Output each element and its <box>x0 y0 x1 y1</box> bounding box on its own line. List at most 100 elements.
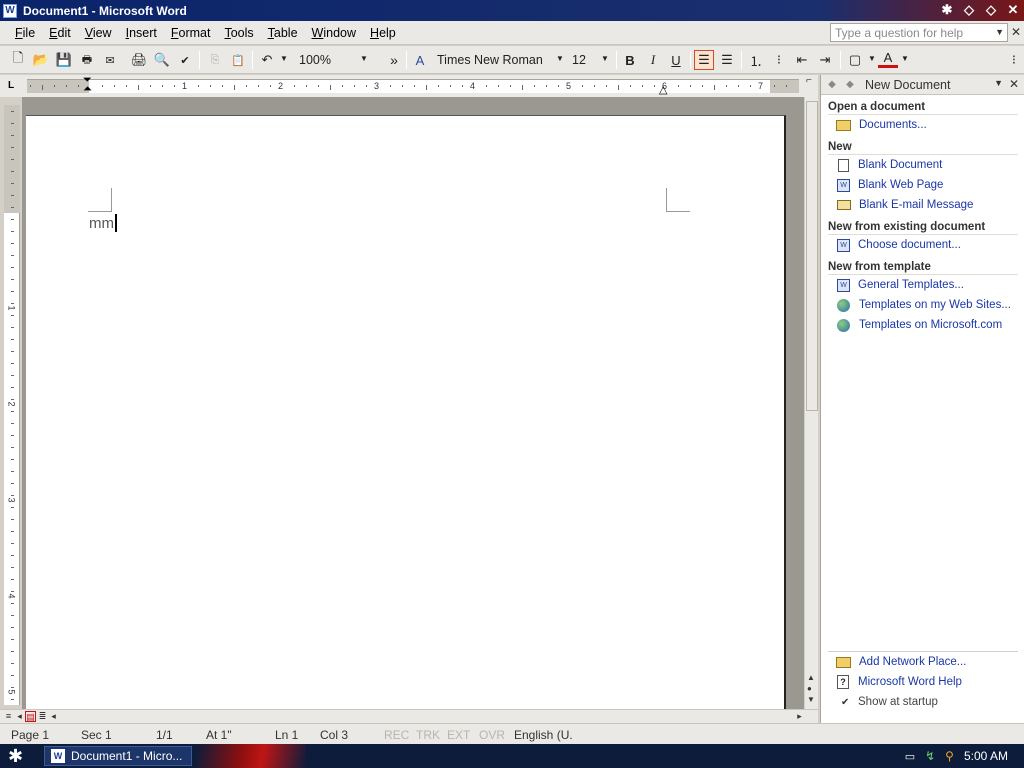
forward-arrow-icon[interactable]: ◆ <box>843 79 857 90</box>
scroll-right-icon[interactable]: ▸ <box>794 711 805 722</box>
ruler-tick <box>342 85 343 87</box>
border-icon[interactable]: ▢ <box>845 50 865 70</box>
font-name-dropdown-icon[interactable]: ▼ <box>556 54 564 63</box>
pin-icon[interactable]: ✱ <box>938 1 956 19</box>
vertical-ruler[interactable]: 1 2 3 4 5 <box>4 105 20 705</box>
undo-icon[interactable]: ↶ <box>257 50 277 70</box>
menu-file[interactable]: File <box>8 26 42 40</box>
permission-icon[interactable]: 🖶 <box>77 50 97 70</box>
numbering-icon[interactable]: ⒈ <box>746 50 766 70</box>
right-indent-marker[interactable]: △ <box>659 83 667 96</box>
status-rec[interactable]: REC <box>384 728 409 742</box>
scroll-left-icon[interactable]: ◂ <box>48 711 59 722</box>
menu-help[interactable]: Help <box>363 26 403 40</box>
document-page[interactable]: mm <box>26 115 786 715</box>
outline-view-icon[interactable]: ≣ <box>37 711 48 722</box>
menu-insert[interactable]: Insert <box>119 26 164 40</box>
link-word-help[interactable]: ? Microsoft Word Help <box>836 673 962 691</box>
close-button[interactable]: ✕ <box>1004 1 1022 19</box>
next-page-icon[interactable]: ▼ <box>807 695 815 704</box>
vruler-tick <box>11 615 14 616</box>
font-color-dropdown-icon[interactable]: ▼ <box>901 54 909 63</box>
status-ovr[interactable]: OVR <box>479 728 505 742</box>
align-left-button[interactable]: ☰ <box>694 50 714 70</box>
toolbar-overflow-icon[interactable]: ⁝ <box>1004 50 1024 70</box>
email-icon[interactable]: ✉ <box>100 50 120 70</box>
help-question-input[interactable]: Type a question for help <box>830 23 1008 42</box>
font-size-dropdown-icon[interactable]: ▼ <box>601 54 609 63</box>
document-text[interactable]: mm <box>89 214 117 232</box>
menu-tools[interactable]: Tools <box>217 26 260 40</box>
menu-edit[interactable]: Edit <box>42 26 78 40</box>
print-preview-icon[interactable]: 🔍 <box>152 50 172 70</box>
link-blank-email[interactable]: Blank E-mail Message <box>836 196 973 214</box>
zoom-dropdown-icon[interactable]: ▼ <box>360 54 368 63</box>
align-center-button[interactable]: ☰ <box>717 50 737 70</box>
search-icon[interactable]: ⚲ <box>945 749 954 763</box>
horizontal-scrollbar[interactable]: ≡ ◂ ▤ ≣ ◂ ▸ <box>0 709 818 723</box>
help-dropdown-icon[interactable]: ▼ <box>995 27 1004 37</box>
taskbar-word-button[interactable]: W Document1 - Micro... <box>44 746 192 766</box>
menu-table[interactable]: Table <box>261 26 305 40</box>
first-line-indent-marker[interactable]: ⏷ ⏶ <box>83 75 92 95</box>
split-box-icon[interactable]: ⌐ <box>806 75 812 86</box>
underline-button[interactable]: U <box>666 50 686 70</box>
menu-window[interactable]: Window <box>305 26 363 40</box>
task-pane-close-icon[interactable]: ✕ <box>1009 77 1019 91</box>
link-documents[interactable]: Documents... <box>836 116 927 134</box>
tab-selector[interactable]: L <box>8 80 20 92</box>
show-at-startup-checkbox[interactable]: ✔ Show at startup <box>841 696 938 708</box>
previous-page-icon[interactable]: ▲ <box>807 673 815 682</box>
horizontal-ruler[interactable]: L 1 2 3 4 5 6 7 ⏷ ⏶ △ <box>0 75 818 97</box>
menu-view[interactable]: View <box>78 26 119 40</box>
italic-button[interactable]: I <box>643 50 663 70</box>
save-icon[interactable]: 💾 <box>54 50 74 70</box>
new-blank-icon[interactable]: 🗋 <box>8 50 28 70</box>
styles-icon[interactable]: A <box>410 50 430 70</box>
link-templates-web-sites[interactable]: Templates on my Web Sites... <box>836 296 1011 314</box>
link-templates-microsoft[interactable]: Templates on Microsoft.com <box>836 316 1002 334</box>
normal-view-icon[interactable]: ≡ <box>3 711 14 722</box>
decrease-indent-icon[interactable]: ⇤ <box>792 50 812 70</box>
back-arrow-icon[interactable]: ◆ <box>825 79 839 90</box>
link-blank-web-page[interactable]: W Blank Web Page <box>836 176 943 194</box>
bold-button[interactable]: B <box>620 50 640 70</box>
vertical-scrollbar[interactable]: ▲ ● ▼ <box>804 97 818 709</box>
task-pane-dropdown-icon[interactable]: ▼ <box>994 78 1003 88</box>
web-templates-icon <box>837 298 850 312</box>
open-folder-icon[interactable]: 📂 <box>31 50 51 70</box>
task-pane-title[interactable]: New Document <box>865 78 950 92</box>
font-name-select[interactable]: Times New Roman <box>433 51 567 70</box>
start-button[interactable]: ✱ <box>8 746 28 766</box>
undo-dropdown-icon[interactable]: ▼ <box>280 54 288 63</box>
vruler-number: 3 <box>6 497 17 503</box>
menu-format[interactable]: Format <box>164 26 218 40</box>
word-app-icon[interactable]: W <box>3 3 17 18</box>
increase-indent-icon[interactable]: ⇥ <box>815 50 835 70</box>
web-layout-view-icon[interactable]: ◂ <box>14 711 25 722</box>
close-document-icon[interactable]: ✕ <box>1011 25 1021 39</box>
paste-icon[interactable]: 📋 <box>228 50 248 70</box>
select-browse-object-icon[interactable]: ● <box>807 684 812 693</box>
clock[interactable]: 5:00 AM <box>964 749 1008 763</box>
maximize-button[interactable]: ◇ <box>982 1 1000 19</box>
status-trk[interactable]: TRK <box>416 728 440 742</box>
print-icon[interactable]: 🖨 <box>129 50 149 70</box>
scrollbar-thumb[interactable] <box>806 101 818 411</box>
copy-icon[interactable]: ⎘ <box>205 50 225 70</box>
font-color-button[interactable]: A <box>878 50 898 68</box>
toolbar-options-icon[interactable]: » <box>384 50 404 70</box>
spelling-icon[interactable]: ✔ <box>175 50 195 70</box>
status-language[interactable]: English (U. <box>514 728 573 742</box>
border-dropdown-icon[interactable]: ▼ <box>868 54 876 63</box>
status-ext[interactable]: EXT <box>447 728 470 742</box>
bullets-icon[interactable]: ⁝ <box>769 50 789 70</box>
link-general-templates[interactable]: W General Templates... <box>836 276 964 294</box>
network-icon[interactable]: ↯ <box>925 749 935 763</box>
link-blank-document[interactable]: Blank Document <box>836 156 942 174</box>
keyboard-icon[interactable]: ▭ <box>905 750 915 763</box>
link-choose-document[interactable]: W Choose document... <box>836 236 961 254</box>
link-add-network-place[interactable]: Add Network Place... <box>836 653 966 671</box>
minimize-button[interactable]: ◇ <box>960 1 978 19</box>
print-layout-view-icon[interactable]: ▤ <box>25 711 36 722</box>
